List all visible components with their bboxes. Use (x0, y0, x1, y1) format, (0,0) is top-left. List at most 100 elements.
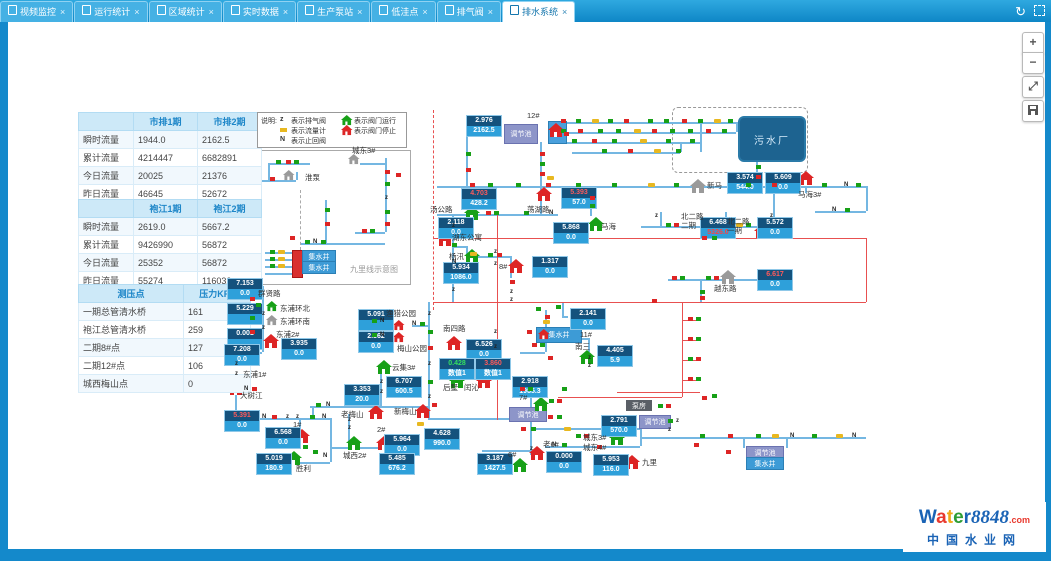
pressure-value: 4.405 (598, 346, 632, 356)
value-box[interactable]: 5.485676.2 (379, 453, 415, 475)
value-box[interactable]: 5.953116.0 (593, 454, 629, 476)
zoom-out-button[interactable]: − (1022, 52, 1044, 74)
valve-open-green-icon (540, 343, 545, 347)
value-box[interactable]: 6.6170.0 (757, 269, 793, 291)
value-box[interactable]: 5.3910.0 (224, 410, 260, 432)
valve-closed-red-icon (385, 222, 390, 226)
valve-open-green-icon (276, 160, 281, 164)
air-valve-icon: z (452, 288, 455, 293)
value-box[interactable]: 5.6090.0 (765, 172, 801, 194)
table-cell: 25352 (134, 254, 198, 272)
station-stopped-house-icon[interactable] (536, 187, 552, 201)
tab-close-icon[interactable]: × (134, 7, 139, 17)
valve-closed-red-icon (548, 415, 553, 419)
value-box[interactable]: 2.9762162.5 (466, 115, 502, 137)
air-valve-icon: z (588, 364, 591, 369)
station-running-house-icon[interactable] (346, 436, 362, 450)
tab-close-icon[interactable]: × (488, 7, 493, 17)
value-box[interactable]: 0.0000.0 (546, 451, 582, 473)
pressure-value: 7.153 (228, 279, 262, 289)
fit-view-button[interactable]: ⤢ (1022, 76, 1044, 98)
station-house-icon[interactable] (266, 315, 278, 325)
station-running-house-icon[interactable] (512, 458, 528, 472)
node-label: 后墅 (443, 384, 458, 393)
tab-close-icon[interactable]: × (209, 7, 214, 17)
station-stopped-house-icon[interactable] (415, 404, 431, 418)
tab-区域统计[interactable]: 区域统计× (149, 1, 222, 22)
value-box[interactable]: 6.707600.5 (386, 376, 422, 398)
station-stopped-house-icon[interactable] (508, 259, 524, 273)
valve-open-green-icon (674, 183, 679, 187)
tab-视频监控[interactable]: 视频监控× (0, 1, 73, 22)
fullscreen-icon[interactable] (1034, 5, 1045, 16)
valve-closed-red-icon (702, 236, 707, 240)
tab-排气阀[interactable]: 排气阀× (437, 1, 501, 22)
air-valve-icon: z (380, 390, 383, 395)
station-running-house-icon[interactable] (579, 350, 595, 364)
flow-meter-icon (278, 264, 285, 268)
flow-value: 570.0 (602, 426, 636, 436)
value-box[interactable]: 0.428数值1 (439, 358, 475, 380)
save-button[interactable] (1022, 100, 1044, 122)
value-box[interactable]: 5.019180.9 (256, 453, 292, 475)
value-box[interactable]: 7.2080.0 (224, 344, 260, 366)
value-box[interactable]: 1.3170.0 (532, 256, 568, 278)
tab-生产泵站[interactable]: 生产泵站× (297, 1, 370, 22)
station-stopped-house-icon[interactable] (368, 405, 384, 419)
pressure-value: 4.703 (462, 189, 496, 199)
value-box[interactable]: 5.9341086.0 (443, 262, 479, 284)
pressure-value: 0.001 (228, 329, 262, 339)
node-label: 老6# (543, 441, 559, 450)
station-stopped-house-icon[interactable] (446, 336, 462, 350)
logo-letter: e (953, 507, 964, 528)
tab-实时数据[interactable]: 实时数据× (223, 1, 296, 22)
value-box[interactable]: 5.8680.0 (553, 222, 589, 244)
valve-closed-red-icon (385, 170, 390, 174)
zoom-in-button[interactable]: + (1022, 32, 1044, 54)
tab-低洼点[interactable]: 低洼点× (371, 1, 435, 22)
flow-value: 0.0 (282, 349, 316, 359)
pipe (700, 122, 702, 152)
check-valve-icon: N (323, 454, 327, 459)
tab-close-icon[interactable]: × (422, 7, 427, 17)
station-house-icon[interactable] (720, 270, 736, 284)
station-stopped-house-icon[interactable] (538, 329, 550, 339)
valve-open-green-icon (576, 183, 581, 187)
station-house-icon[interactable] (690, 179, 706, 193)
station-stopped-house-icon[interactable] (393, 332, 405, 342)
tab-运行统计[interactable]: 运行统计× (74, 1, 147, 22)
value-box[interactable]: 3.35320.0 (344, 384, 380, 406)
tab-close-icon[interactable]: × (283, 7, 288, 17)
value-box[interactable]: 3.9350.0 (281, 338, 317, 360)
value-box[interactable]: 2.1410.0 (570, 308, 606, 330)
value-box[interactable]: 4.703428.2 (461, 188, 497, 210)
valve-closed-red-icon (545, 315, 550, 319)
station-running-house-icon[interactable] (376, 360, 392, 374)
station-running-house-icon[interactable] (266, 301, 278, 311)
value-box[interactable]: 4.4055.9 (597, 345, 633, 367)
valve-closed-red-icon (590, 196, 595, 200)
value-box[interactable]: 5.5720.0 (757, 217, 793, 239)
station-running-house-icon[interactable] (533, 397, 549, 411)
data-table-2: 测压点压力KPa一期总管清水桥161袍江总管清水桥259二期8#点127二期12… (78, 284, 251, 393)
tab-close-icon[interactable]: × (562, 7, 567, 17)
air-valve-icon: z (494, 330, 497, 335)
refresh-icon[interactable]: ↻ (1015, 5, 1026, 19)
valve-open-green-icon (698, 119, 703, 123)
value-box[interactable]: 4.628990.0 (424, 428, 460, 450)
value-box[interactable]: 2.791570.0 (601, 415, 637, 437)
value-box[interactable]: 3.860数值1 (475, 358, 511, 380)
valve-closed-red-icon (286, 160, 291, 164)
legend-label: 表示止回阀 (291, 136, 326, 146)
value-box[interactable]: 6.5680.0 (265, 427, 301, 449)
table-row: 今日流量2002521376 (79, 167, 262, 185)
valve-closed-red-icon (250, 297, 255, 301)
table-cell: 1944.0 (134, 131, 198, 149)
tab-close-icon[interactable]: × (60, 7, 65, 17)
tab-close-icon[interactable]: × (357, 7, 362, 17)
tab-排水系统[interactable]: 排水系统× (502, 1, 575, 22)
node-label: 荡湖路 (527, 206, 550, 215)
station-house-icon[interactable] (283, 170, 295, 180)
valve-open-green-icon (313, 450, 318, 454)
station-stopped-house-icon[interactable] (393, 320, 405, 330)
